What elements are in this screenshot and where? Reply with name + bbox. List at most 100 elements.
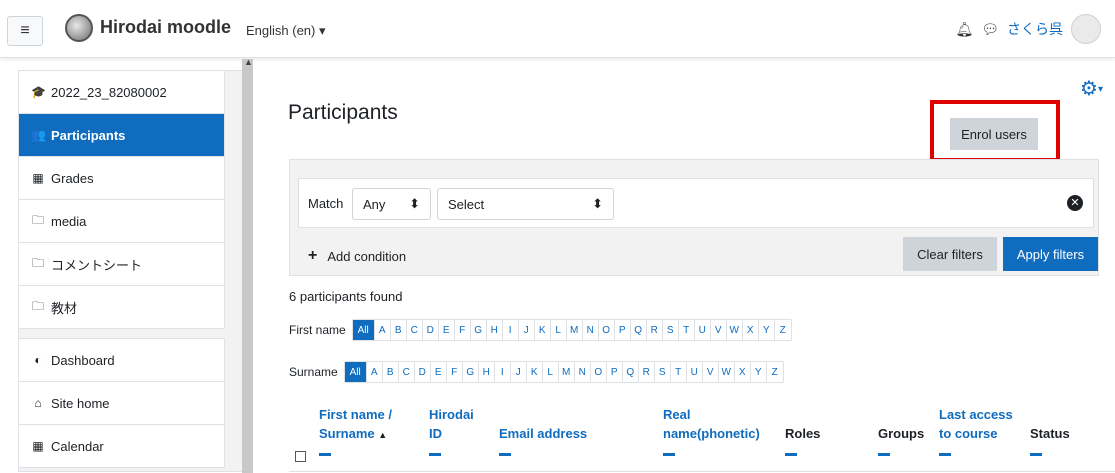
surname-initial-q[interactable]: Q xyxy=(623,362,639,382)
firstname-initial-i[interactable]: I xyxy=(503,320,519,340)
surname-initial-u[interactable]: U xyxy=(687,362,703,382)
collapse-dash-icon[interactable] xyxy=(319,453,331,456)
sort-real[interactable]: Real xyxy=(663,407,690,422)
sort-hirodai[interactable]: Hirodai xyxy=(429,407,474,422)
surname-initial-g[interactable]: G xyxy=(463,362,479,382)
firstname-initial-u[interactable]: U xyxy=(695,320,711,340)
chat-bubble-icon[interactable]: 💬︎ xyxy=(981,21,999,38)
firstname-initial-n[interactable]: N xyxy=(583,320,599,340)
firstname-initial-y[interactable]: Y xyxy=(759,320,775,340)
surname-initial-t[interactable]: T xyxy=(671,362,687,382)
bell-icon[interactable]: 🔔︎ xyxy=(955,21,973,38)
sidebar-item-table[interactable]: ▦ Grades xyxy=(19,157,225,200)
collapse-dash-icon[interactable] xyxy=(939,453,951,456)
surname-initial-d[interactable]: D xyxy=(415,362,431,382)
firstname-initial-p[interactable]: P xyxy=(615,320,631,340)
firstname-initial-b[interactable]: B xyxy=(391,320,407,340)
firstname-initial-d[interactable]: D xyxy=(423,320,439,340)
collapse-dash-icon[interactable] xyxy=(1030,453,1042,456)
sidebar-item-folder[interactable]: 🗀 教材 xyxy=(19,286,225,329)
surname-initial-w[interactable]: W xyxy=(719,362,735,382)
column-email[interactable]: Email address xyxy=(499,424,587,443)
firstname-initial-r[interactable]: R xyxy=(647,320,663,340)
firstname-initial-f[interactable]: F xyxy=(455,320,471,340)
remove-condition-icon[interactable]: ✕ xyxy=(1067,195,1083,211)
surname-initial-y[interactable]: Y xyxy=(751,362,767,382)
firstname-initial-o[interactable]: O xyxy=(599,320,615,340)
firstname-initial-a[interactable]: A xyxy=(375,320,391,340)
column-real-name[interactable]: Real name(phonetic) xyxy=(663,405,760,443)
firstname-initial-v[interactable]: V xyxy=(711,320,727,340)
site-name[interactable]: Hirodai moodle xyxy=(100,17,231,38)
sort-first-name[interactable]: First name / xyxy=(319,407,392,422)
surname-initial-j[interactable]: J xyxy=(511,362,527,382)
firstname-initial-all[interactable]: All xyxy=(352,320,375,340)
sort-email[interactable]: Email address xyxy=(499,426,587,441)
surname-initial-p[interactable]: P xyxy=(607,362,623,382)
firstname-initial-t[interactable]: T xyxy=(679,320,695,340)
add-condition-link[interactable]: + Add condition xyxy=(308,247,406,265)
sidebar-item-folder[interactable]: 🗀 コメントシート xyxy=(19,243,225,286)
surname-initial-k[interactable]: K xyxy=(527,362,543,382)
firstname-initial-x[interactable]: X xyxy=(743,320,759,340)
firstname-initial-j[interactable]: J xyxy=(519,320,535,340)
surname-initial-r[interactable]: R xyxy=(639,362,655,382)
sidebar-item-users[interactable]: 👥 Participants xyxy=(19,114,225,157)
sidebar-item-calendar[interactable]: ▦ Calendar xyxy=(19,425,225,468)
surname-initial-s[interactable]: S xyxy=(655,362,671,382)
sort-phonetic[interactable]: name(phonetic) xyxy=(663,426,760,441)
match-select[interactable]: Any ⬍ xyxy=(352,188,431,220)
sort-id[interactable]: ID xyxy=(429,426,442,441)
firstname-initial-c[interactable]: C xyxy=(407,320,423,340)
surname-initial-v[interactable]: V xyxy=(703,362,719,382)
sort-to-course[interactable]: to course xyxy=(939,426,998,441)
sidebar-scrollbar[interactable] xyxy=(242,59,253,473)
firstname-initial-h[interactable]: H xyxy=(487,320,503,340)
collapse-dash-icon[interactable] xyxy=(429,453,441,456)
column-last-access[interactable]: Last access to course xyxy=(939,405,1013,443)
site-logo[interactable] xyxy=(65,14,93,42)
condition-type-select[interactable]: Select ⬍ xyxy=(437,188,614,220)
surname-initial-o[interactable]: O xyxy=(591,362,607,382)
avatar[interactable] xyxy=(1071,14,1101,44)
user-menu-name[interactable]: さくら呉 xyxy=(1007,19,1063,39)
collapse-dash-icon[interactable] xyxy=(663,453,675,456)
surname-initial-c[interactable]: C xyxy=(399,362,415,382)
column-hirodai-id[interactable]: Hirodai ID xyxy=(429,405,474,443)
firstname-initial-m[interactable]: M xyxy=(567,320,583,340)
select-all-checkbox[interactable] xyxy=(295,451,306,462)
enrol-users-button[interactable]: Enrol users xyxy=(950,118,1038,150)
sort-surname[interactable]: Surname xyxy=(319,426,375,441)
sidebar-item-dashboard[interactable]: ◐ Dashboard xyxy=(19,339,225,382)
collapse-dash-icon[interactable] xyxy=(878,453,890,456)
language-menu[interactable]: English (en) ▾ xyxy=(246,23,326,39)
surname-initial-l[interactable]: L xyxy=(543,362,559,382)
sort-last-access[interactable]: Last access xyxy=(939,407,1013,422)
firstname-initial-s[interactable]: S xyxy=(663,320,679,340)
collapse-dash-icon[interactable] xyxy=(499,453,511,456)
apply-filters-button[interactable]: Apply filters xyxy=(1003,237,1098,271)
collapse-dash-icon[interactable] xyxy=(785,453,797,456)
firstname-initial-q[interactable]: Q xyxy=(631,320,647,340)
clear-filters-button[interactable]: Clear filters xyxy=(903,237,997,271)
firstname-initial-z[interactable]: Z xyxy=(775,320,791,340)
surname-initial-b[interactable]: B xyxy=(383,362,399,382)
menu-toggle-button[interactable]: ≡ xyxy=(7,16,43,46)
surname-initial-x[interactable]: X xyxy=(735,362,751,382)
firstname-initial-l[interactable]: L xyxy=(551,320,567,340)
surname-initial-i[interactable]: I xyxy=(495,362,511,382)
surname-initial-a[interactable]: A xyxy=(367,362,383,382)
surname-initial-f[interactable]: F xyxy=(447,362,463,382)
firstname-initial-k[interactable]: K xyxy=(535,320,551,340)
sidebar-item-folder[interactable]: 🗀 media xyxy=(19,200,225,243)
firstname-initial-w[interactable]: W xyxy=(727,320,743,340)
surname-initial-n[interactable]: N xyxy=(575,362,591,382)
surname-initial-m[interactable]: M xyxy=(559,362,575,382)
surname-initial-all[interactable]: All xyxy=(344,362,367,382)
surname-initial-e[interactable]: E xyxy=(431,362,447,382)
surname-initial-h[interactable]: H xyxy=(479,362,495,382)
sidebar-item-home[interactable]: ⌂ Site home xyxy=(19,382,225,425)
scroll-up-arrow-icon[interactable]: ▲ xyxy=(244,57,253,67)
sidebar-item-graduation-cap[interactable]: 🎓 2022_23_82080002 xyxy=(19,71,225,114)
firstname-initial-e[interactable]: E xyxy=(439,320,455,340)
